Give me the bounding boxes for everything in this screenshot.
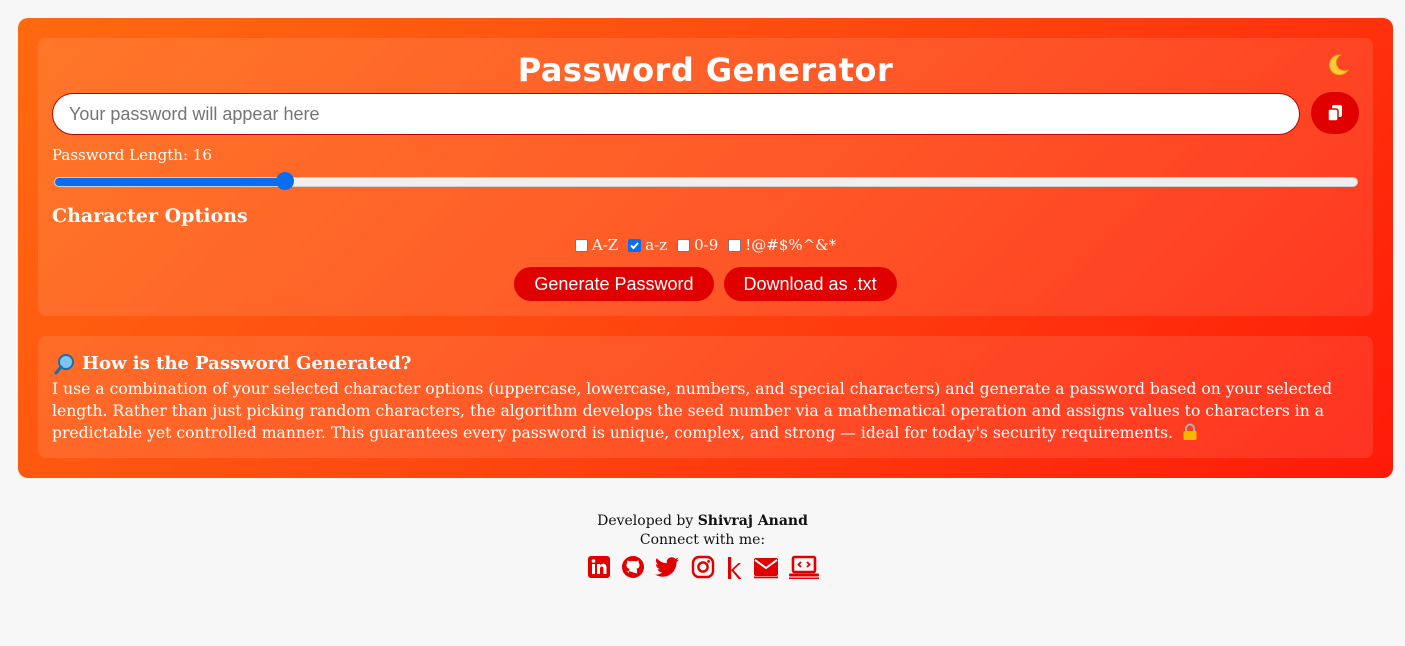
info-panel: How is the Password Generated? I use a c… xyxy=(38,336,1373,458)
info-body: I use a combination of your selected cha… xyxy=(52,380,1333,442)
page-title: Password Generator xyxy=(517,51,894,89)
password-length-label: Password Length: 16 xyxy=(52,146,212,164)
slider-thumb[interactable] xyxy=(276,172,295,190)
author-name: Shivraj Anand xyxy=(697,513,808,529)
portfolio-icon[interactable] xyxy=(788,555,819,581)
option-lowercase[interactable]: a-z xyxy=(628,236,667,254)
option-uppercase[interactable]: A-Z xyxy=(574,236,619,254)
linkedin-icon[interactable] xyxy=(587,555,611,581)
numbers-checkbox[interactable] xyxy=(677,238,691,252)
instagram-icon[interactable] xyxy=(691,555,715,581)
lowercase-label: a-z xyxy=(645,236,668,254)
footer: Developed by Shivraj Anand Connect with … xyxy=(0,512,1405,550)
github-icon[interactable] xyxy=(621,555,645,581)
uppercase-checkbox[interactable] xyxy=(574,238,588,252)
moon-icon[interactable] xyxy=(1323,51,1351,79)
info-heading: How is the Password Generated? xyxy=(54,352,411,376)
character-options-heading: Character Options xyxy=(52,205,248,227)
developer-credit: Developed by Shivraj Anand xyxy=(0,512,1405,531)
info-heading-text: How is the Password Generated? xyxy=(82,353,412,374)
lock-icon xyxy=(1183,423,1197,440)
symbols-checkbox[interactable] xyxy=(728,238,742,252)
developed-by-text: Developed by xyxy=(597,513,694,529)
generate-password-button[interactable]: Generate Password xyxy=(514,267,714,301)
slider-fill xyxy=(55,178,286,186)
generator-card: Password Generator Password Length: 16 C… xyxy=(18,18,1393,478)
symbols-label: !@#$%^&* xyxy=(745,236,837,254)
length-slider[interactable] xyxy=(54,172,1358,190)
length-label-text: Password Length: xyxy=(52,146,189,164)
email-icon[interactable] xyxy=(753,555,779,581)
copy-button[interactable] xyxy=(1311,92,1359,134)
generator-panel: Password Generator Password Length: 16 C… xyxy=(38,38,1373,316)
magnifier-icon xyxy=(54,354,74,375)
connect-text: Connect with me: xyxy=(639,532,766,548)
numbers-label: 0-9 xyxy=(694,236,719,254)
twitter-icon[interactable] xyxy=(654,555,681,581)
download-txt-button[interactable]: Download as .txt xyxy=(723,267,897,301)
kaggle-icon[interactable] xyxy=(725,555,743,581)
info-description: I use a combination of your selected cha… xyxy=(52,378,1352,444)
copy-icon xyxy=(1327,105,1342,122)
action-buttons: Generate Password Download as .txt xyxy=(38,267,1373,301)
option-numbers[interactable]: 0-9 xyxy=(677,236,718,254)
lowercase-checkbox[interactable] xyxy=(628,238,642,252)
password-output-field[interactable] xyxy=(52,93,1300,135)
uppercase-label: A-Z xyxy=(591,236,619,254)
character-options: A-Z a-z 0-9 !@#$%^&* xyxy=(38,236,1373,254)
length-value: 16 xyxy=(192,146,212,164)
social-links xyxy=(0,555,1405,581)
option-symbols[interactable]: !@#$%^&* xyxy=(728,236,836,254)
